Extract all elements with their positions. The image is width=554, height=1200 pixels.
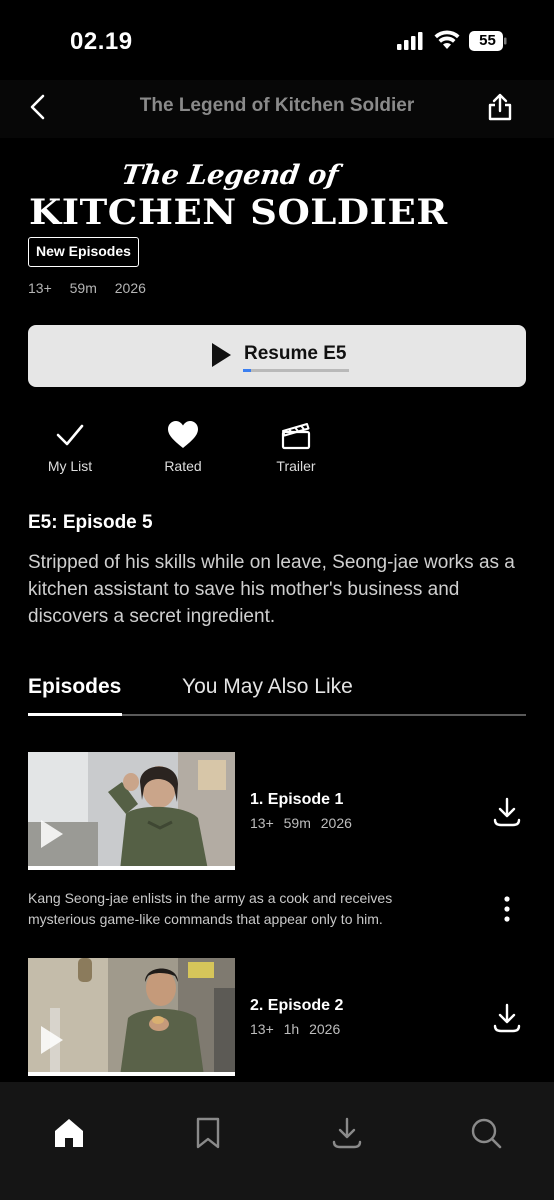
episode-1-year: 2026 (320, 815, 352, 831)
episode-2-duration: 1h (283, 1021, 300, 1037)
current-episode-title: E5: Episode 5 (28, 512, 153, 533)
resume-progress-bar (243, 369, 349, 372)
resume-button[interactable]: Resume E5 (28, 325, 526, 387)
check-icon (56, 424, 84, 446)
show-duration: 59m (69, 280, 97, 296)
search-icon[interactable] (469, 1116, 503, 1150)
downloads-icon[interactable] (330, 1116, 364, 1150)
show-logo-title: KITCHEN SOLDIER (29, 192, 448, 233)
my-list-button[interactable]: My List (28, 420, 112, 474)
episode-1-meta: 13+ 59m 2026 (250, 815, 358, 831)
wifi-icon (434, 30, 460, 49)
show-logo-subtitle: The Legend of (119, 160, 341, 191)
episode-1-download-icon[interactable] (492, 796, 522, 828)
heart-icon (168, 421, 198, 448)
episode-1-title[interactable]: 1. Episode 1 (250, 791, 343, 809)
new-episodes-badge: New Episodes (28, 237, 139, 267)
page-title: The Legend of Kitchen Soldier (139, 95, 415, 116)
battery-level: 55 (479, 32, 496, 49)
episode-1-watched-bar (28, 866, 235, 870)
play-icon (212, 343, 231, 367)
status-bar: 02.19 55 (0, 0, 554, 80)
trailer-button[interactable]: Trailer (254, 420, 338, 474)
episode-2-rating: 13+ (250, 1021, 274, 1037)
episode-1-thumbnail[interactable] (28, 752, 235, 870)
bottom-tab-bar (0, 1082, 554, 1200)
clapperboard-icon (281, 423, 311, 450)
share-icon[interactable] (486, 92, 514, 122)
episode-2-still (28, 958, 235, 1076)
more-options-icon[interactable] (500, 895, 514, 923)
tab-episodes[interactable]: Episodes (28, 675, 121, 699)
cellular-signal-icon (397, 32, 423, 50)
episode-1-still (28, 752, 235, 870)
my-list-label: My List (47, 458, 93, 474)
show-meta: 13+ 59m 2026 (28, 280, 160, 296)
episode-1-rating: 13+ (250, 815, 274, 831)
episode-2-meta: 13+ 1h 2026 (250, 1021, 346, 1037)
bookmark-icon[interactable] (191, 1116, 225, 1150)
show-year: 2026 (114, 280, 146, 296)
resume-label: Resume E5 (244, 343, 347, 364)
home-icon[interactable] (52, 1116, 86, 1150)
tab-active-indicator (28, 713, 122, 716)
top-navigation: The Legend of Kitchen Soldier (0, 80, 554, 138)
episode-1-play-icon (41, 820, 63, 848)
episode-2-watched-bar (28, 1072, 235, 1076)
episode-2-thumbnail[interactable] (28, 958, 235, 1076)
episode-1-synopsis: Kang Seong-jae enlists in the army as a … (28, 890, 393, 927)
show-rating: 13+ (28, 280, 52, 296)
status-time: 02.19 (70, 28, 133, 55)
episode-2-title[interactable]: 2. Episode 2 (250, 997, 343, 1015)
episode-1-duration: 59m (283, 815, 311, 831)
tab-you-may-also-like[interactable]: You May Also Like (182, 675, 353, 699)
episode-2-play-icon (41, 1026, 63, 1054)
current-episode-description: Stripped of his skills while on leave, S… (28, 552, 515, 627)
rated-label: Rated (164, 458, 202, 474)
trailer-label: Trailer (276, 458, 316, 474)
rated-button[interactable]: Rated (141, 420, 225, 474)
episode-2-download-icon[interactable] (492, 1002, 522, 1034)
episode-2-year: 2026 (309, 1021, 341, 1037)
back-chevron-icon[interactable] (26, 92, 50, 122)
resume-progress-fill (243, 369, 252, 372)
